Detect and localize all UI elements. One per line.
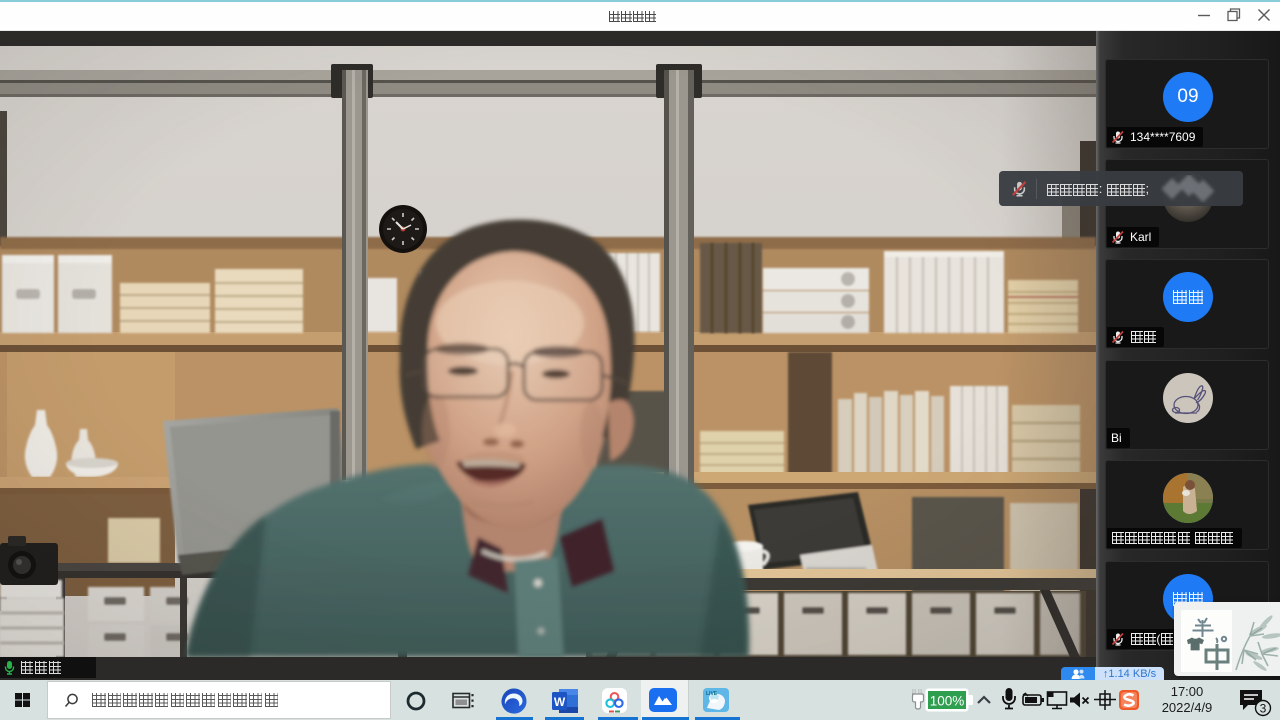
svg-text:LIVE: LIVE [706,691,718,697]
svg-text:W: W [554,695,566,709]
svg-text:100%: 100% [930,694,965,709]
svg-text:3: 3 [1260,702,1267,716]
